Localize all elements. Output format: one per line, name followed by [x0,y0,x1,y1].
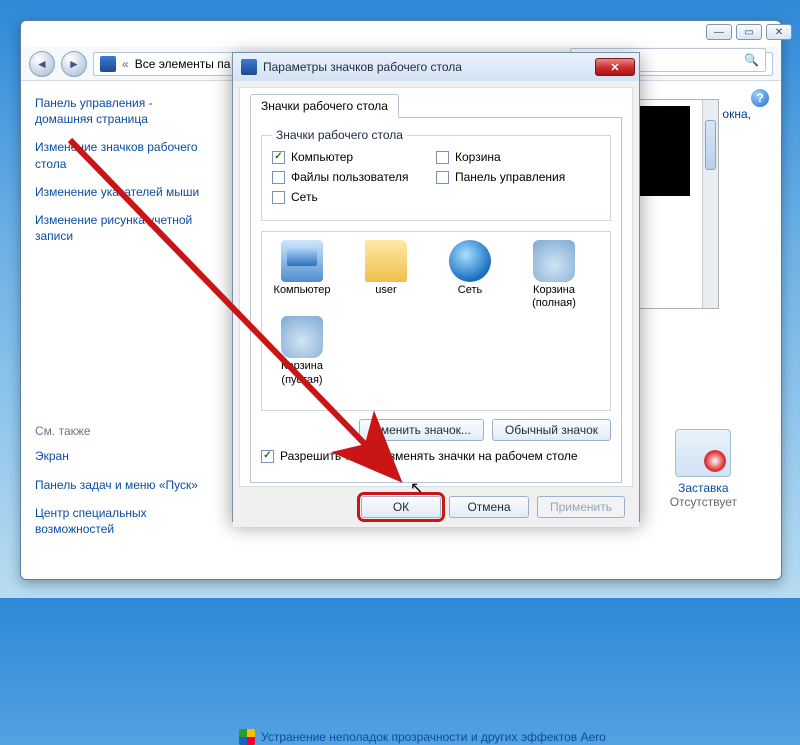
change-icon-button[interactable]: Сменить значок... [359,419,484,441]
screensaver-link[interactable]: Заставка [670,481,737,495]
checkbox-allow-themes[interactable] [261,450,274,463]
preview-scrollbar[interactable] [702,100,718,308]
aero-troubleshoot-link[interactable]: Устранение неполадок прозрачности и друг… [239,729,763,745]
icon-cell-computer[interactable]: Компьютер [270,240,334,310]
sidebar-link-desktop-icons[interactable]: Изменение значков рабочего стола [35,139,211,171]
dialog-app-icon [241,59,257,75]
tab-desktop-icons[interactable]: Значки рабочего стола [250,94,399,118]
icon-label: Корзина (пустая) [270,360,334,386]
sidebar-link-account-picture[interactable]: Изменение рисунка учетной записи [35,212,211,244]
folder-icon [365,240,407,282]
checkbox-network[interactable] [272,191,285,204]
default-icon-button[interactable]: Обычный значок [492,419,611,441]
desktop-icon-settings-dialog: Параметры значков рабочего стола ✕ Значк… [232,52,640,522]
screensaver-icon[interactable] [675,429,731,477]
allow-themes-label: Разрешить темам изменять значки на рабоч… [280,449,578,463]
ok-button[interactable]: ОК [361,496,441,518]
desktop-icons-group: Значки рабочего стола Компьютер Файлы по… [261,128,611,221]
recycle-bin-full-icon [533,240,575,282]
see-also-heading: См. также [35,424,211,438]
tab-panel: Значки рабочего стола Компьютер Файлы по… [250,117,622,483]
see-also-ease-of-access[interactable]: Центр специальных возможностей [35,505,211,537]
network-icon [449,240,491,282]
checkbox-userfiles-label: Файлы пользователя [291,170,408,184]
aero-link-text: Устранение неполадок прозрачности и друг… [261,730,606,744]
checkbox-recyclebin[interactable] [436,151,449,164]
icon-cell-network[interactable]: Сеть [438,240,502,310]
checkbox-controlpanel-label: Панель управления [455,170,565,184]
computer-icon [281,240,323,282]
icon-label: Корзина (полная) [522,284,586,310]
see-also-taskbar[interactable]: Панель задач и меню «Пуск» [35,477,211,493]
icon-label: Сеть [438,284,502,297]
icon-label: Компьютер [270,284,334,297]
icon-cell-bin-empty[interactable]: Корзина (пустая) [270,316,334,386]
help-icon[interactable]: ? [751,89,769,107]
see-also-display[interactable]: Экран [35,448,211,464]
checkbox-userfiles[interactable] [272,171,285,184]
checkbox-computer-label: Компьютер [291,150,353,164]
breadcrumb-chevron: « [122,57,129,71]
shield-icon [239,729,255,745]
icon-cell-user[interactable]: user [354,240,418,310]
search-icon: 🔍 [744,53,759,67]
breadcrumb-text-left: Все элементы па [135,57,231,71]
close-window-button[interactable]: ✕ [766,24,792,40]
checkbox-computer[interactable] [272,151,285,164]
group-legend: Значки рабочего стола [272,128,407,142]
control-panel-icon [100,56,116,72]
recycle-bin-empty-icon [281,316,323,358]
dialog-close-button[interactable]: ✕ [595,58,635,76]
screensaver-block: Заставка Отсутствует [670,429,737,509]
checkbox-network-label: Сеть [291,190,318,204]
icon-label: user [354,284,418,297]
scrollbar-thumb[interactable] [705,120,716,170]
dialog-title: Параметры значков рабочего стола [263,60,595,74]
cancel-button[interactable]: Отмена [449,496,529,518]
maximize-button[interactable]: ▭ [736,24,762,40]
checkbox-recyclebin-label: Корзина [455,150,501,164]
dialog-titlebar[interactable]: Параметры значков рабочего стола ✕ [233,53,639,81]
icon-cell-bin-full[interactable]: Корзина (полная) [522,240,586,310]
sidebar: Панель управления - домашняя страница Из… [21,81,221,579]
nav-forward-button[interactable]: ► [61,51,87,77]
dialog-footer: ОК Отмена Применить [233,487,639,527]
sidebar-home-link[interactable]: Панель управления - домашняя страница [35,95,211,127]
minimize-button[interactable]: ― [706,24,732,40]
screensaver-status: Отсутствует [670,495,737,509]
sidebar-link-mouse-pointers[interactable]: Изменение указателей мыши [35,184,211,200]
icon-preview-grid: Компьютер user Сеть Корзина (полная) Кор… [261,231,611,411]
nav-back-button[interactable]: ◄ [29,51,55,77]
checkbox-controlpanel[interactable] [436,171,449,184]
apply-button: Применить [537,496,625,518]
